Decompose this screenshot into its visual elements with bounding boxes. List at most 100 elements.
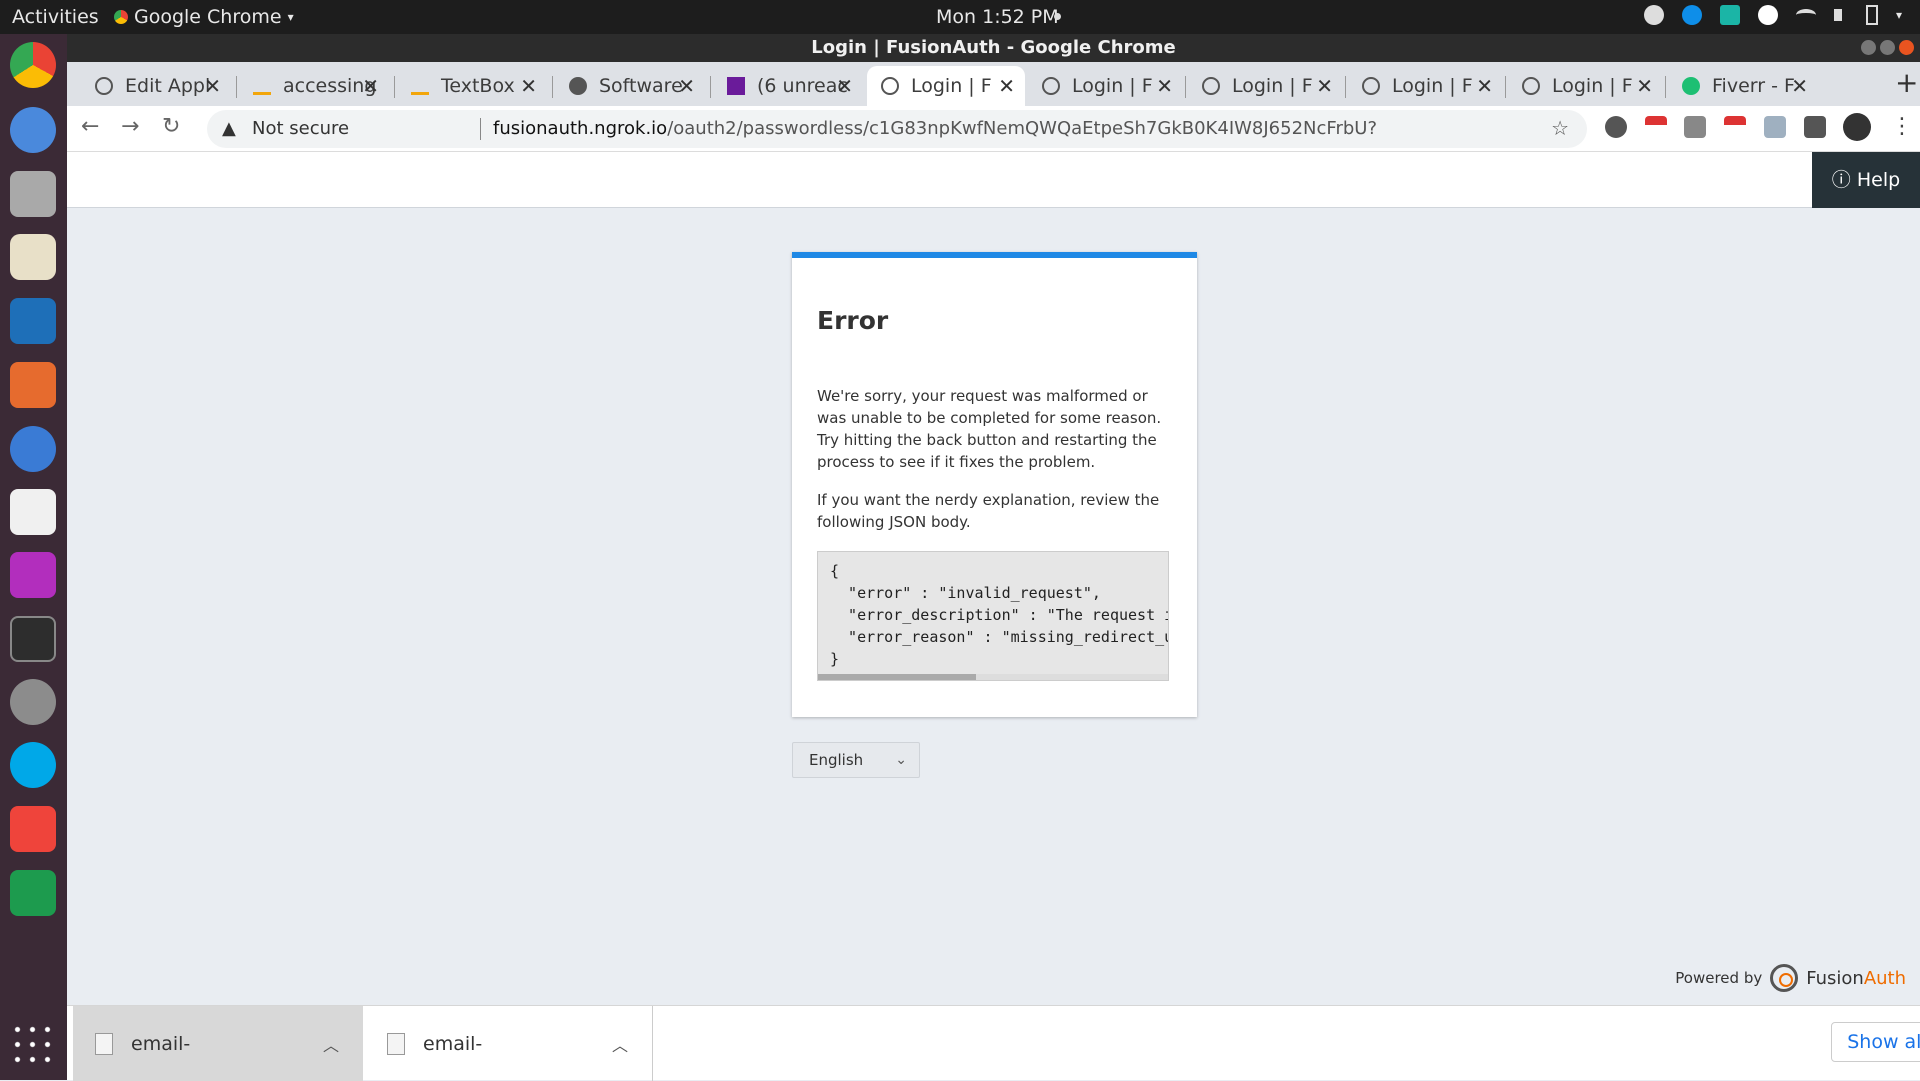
camera-icon[interactable] [1684, 116, 1706, 138]
phpstorm-dock-icon[interactable] [10, 552, 56, 598]
close-icon[interactable]: ✕ [1476, 74, 1493, 98]
show-all-button[interactable]: Show all [1831, 1022, 1920, 1062]
chart-favicon-icon [411, 77, 429, 95]
files-dock-icon[interactable] [10, 171, 56, 217]
chevron-down-icon[interactable]: ▾ [1896, 8, 1902, 22]
terminal-dock-icon[interactable] [10, 616, 56, 662]
writer-dock-icon[interactable] [10, 298, 56, 344]
extension-gear-icon[interactable] [1605, 116, 1627, 138]
new-tab-button[interactable]: + [1895, 66, 1918, 99]
nerdy-explanation: If you want the nerdy explanation, revie… [817, 491, 1160, 531]
tab-software[interactable]: Software ✕ [555, 66, 705, 106]
close-icon[interactable]: ✕ [1636, 74, 1653, 98]
file-icon [95, 1032, 113, 1055]
browser-toolbar: ← → ↻ ▲ Not secure fusionauth.ngrok.io/o… [67, 106, 1920, 152]
system-top-bar: Activities Google Chrome ▾ Mon 1:52 PM ▾ [0, 0, 1920, 34]
chevron-down-icon: ▾ [287, 10, 294, 24]
tab-edit-app[interactable]: Edit Appl ✕ [81, 66, 231, 106]
not-secure-label[interactable]: Not secure [252, 118, 349, 139]
close-icon[interactable]: ✕ [1316, 74, 1333, 98]
settings-dock-icon[interactable] [10, 679, 56, 725]
fiverr-favicon-icon [1682, 77, 1700, 95]
chevron-up-icon[interactable]: ︿ [612, 1032, 628, 1056]
tab-login-5[interactable]: Login | F ✕ [1508, 66, 1663, 106]
back-button[interactable]: ← [81, 114, 99, 139]
forward-button[interactable]: → [121, 114, 139, 139]
calc-dock-icon[interactable] [10, 870, 56, 916]
fusionauth-brand[interactable]: FusionAuth [1806, 968, 1906, 989]
fusionauth-favicon-icon [1042, 77, 1060, 95]
json-code-block[interactable]: { "error" : "invalid_request", "error_de… [817, 551, 1169, 681]
chevron-up-icon[interactable]: ︿ [323, 1032, 339, 1056]
close-icon[interactable]: ✕ [678, 74, 695, 98]
tab-login-4[interactable]: Login | F ✕ [1348, 66, 1503, 106]
chrome-dock-icon[interactable] [10, 42, 56, 88]
fusionauth-logo-icon[interactable] [1770, 964, 1799, 992]
mail-favicon-icon [727, 77, 745, 95]
url-text[interactable]: fusionauth.ngrok.io/oauth2/passwordless/… [493, 118, 1377, 139]
puzzle-icon[interactable] [1804, 116, 1826, 138]
app-name: Google Chrome [134, 6, 282, 28]
extension-red-2-icon[interactable] [1724, 116, 1746, 138]
clock[interactable]: Mon 1:52 PM [936, 6, 1059, 28]
error-message: We're sorry, your request was malformed … [817, 387, 1162, 471]
menu-dots-icon[interactable]: ⋮ [1891, 114, 1913, 139]
bookmark-star-icon[interactable]: ☆ [1551, 116, 1569, 140]
tab-login-active[interactable]: Login | F ✕ [867, 66, 1025, 106]
close-icon[interactable]: ✕ [1791, 74, 1808, 98]
activities-button[interactable]: Activities [12, 6, 99, 28]
anydesk-dock-icon[interactable] [10, 806, 56, 852]
skype-dock-icon[interactable] [10, 742, 56, 788]
app-menu[interactable]: Google Chrome ▾ [114, 6, 294, 28]
software-center-dock-icon[interactable] [10, 362, 56, 408]
rhythmbox-dock-icon[interactable] [10, 234, 56, 280]
help-dock-icon[interactable] [10, 426, 56, 472]
tab-fiverr[interactable]: Fiverr - F ✕ [1668, 66, 1818, 106]
tab-login-2[interactable]: Login | F ✕ [1028, 66, 1183, 106]
teamviewer-icon[interactable] [1681, 5, 1702, 25]
accessibility-icon[interactable] [1643, 5, 1664, 25]
reload-button[interactable]: ↻ [162, 114, 180, 139]
show-apps-icon[interactable] [10, 1022, 56, 1068]
fusionauth-favicon-icon [95, 77, 113, 95]
battery-icon[interactable] [1865, 5, 1878, 25]
fusionauth-favicon-icon [1202, 77, 1220, 95]
tab-accessing[interactable]: accessing ✕ [239, 66, 389, 106]
fusionauth-favicon-icon [1362, 77, 1380, 95]
chrome-icon [114, 10, 128, 24]
system-tray[interactable]: ▾ [1643, 5, 1902, 25]
volume-icon[interactable] [1833, 9, 1848, 21]
grid-app-icon[interactable] [1719, 5, 1740, 25]
phpmyadmin-dock-icon[interactable] [10, 489, 56, 535]
close-icon[interactable]: ✕ [836, 74, 853, 98]
download-item[interactable]: email- ︿ [365, 1006, 653, 1081]
download-item[interactable]: email- ︿ [73, 1006, 363, 1081]
minimize-button[interactable] [1861, 40, 1876, 55]
wifi-icon[interactable] [1795, 9, 1816, 21]
json-body: { "error" : "invalid_request", "error_de… [830, 562, 1169, 668]
language-select[interactable]: English ⌄ [792, 742, 920, 778]
close-icon[interactable]: ✕ [998, 74, 1015, 98]
maximize-button[interactable] [1880, 40, 1895, 55]
chevron-down-icon: ⌄ [895, 752, 907, 768]
avatar[interactable] [1843, 113, 1871, 141]
skype-tray-icon[interactable] [1757, 5, 1778, 25]
language-value: English [809, 751, 864, 769]
scrollbar-thumb[interactable] [818, 674, 976, 680]
notification-dot-icon [1054, 13, 1061, 20]
fusionauth-favicon-icon [881, 77, 899, 95]
close-icon[interactable]: ✕ [204, 74, 221, 98]
close-icon[interactable]: ✕ [1156, 74, 1173, 98]
help-button[interactable]: ⓘ Help [1812, 152, 1920, 208]
address-bar[interactable]: ▲ Not secure fusionauth.ngrok.io/oauth2/… [207, 110, 1587, 148]
extension-pen-icon[interactable] [1764, 116, 1786, 138]
chromium-dock-icon[interactable] [10, 107, 56, 153]
tab-textbox[interactable]: TextBox ✕ [397, 66, 547, 106]
close-icon[interactable]: ✕ [520, 74, 537, 98]
tab-mail[interactable]: (6 unreac ✕ [713, 66, 863, 106]
close-window-button[interactable] [1899, 40, 1914, 55]
horizontal-scrollbar[interactable] [818, 674, 1168, 680]
tab-login-3[interactable]: Login | F ✕ [1188, 66, 1343, 106]
extension-red-icon[interactable] [1645, 116, 1667, 138]
close-icon[interactable]: ✕ [362, 74, 379, 98]
